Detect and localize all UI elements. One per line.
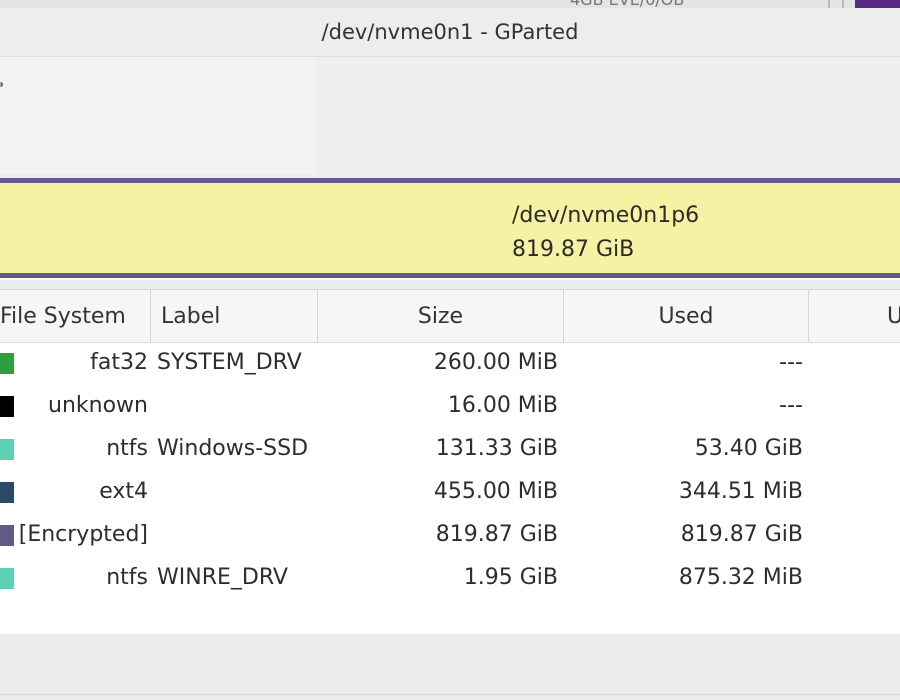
cell-size: 260.00 MiB xyxy=(433,350,558,375)
filesystem-color-swatch xyxy=(0,396,14,417)
cell-size: 16.00 MiB xyxy=(447,393,558,418)
cell-used: 53.40 GiB xyxy=(694,436,803,461)
filesystem-color-swatch xyxy=(0,568,14,589)
background-accent xyxy=(855,0,900,8)
table-row[interactable]: ext4 455.00 MiB 344.51 MiB xyxy=(0,472,900,515)
cell-file-system: [Encrypted] xyxy=(18,522,148,547)
table-rows: fat32 SYSTEM_DRV 260.00 MiB --- unknown … xyxy=(0,343,900,601)
table-row[interactable]: ntfs WINRE_DRV 1.95 GiB 875.32 MiB xyxy=(0,558,900,601)
cell-size: 455.00 MiB xyxy=(433,479,558,504)
cell-label: SYSTEM_DRV xyxy=(157,350,302,375)
cell-file-system: unknown xyxy=(48,393,148,418)
partition-table: File System Label Size Used U fat32 SYST… xyxy=(0,289,900,635)
background-separator xyxy=(842,0,844,8)
toolbar-button-area xyxy=(0,57,318,175)
table-row[interactable]: fat32 SYSTEM_DRV 260.00 MiB --- xyxy=(0,343,900,386)
cell-used: --- xyxy=(779,393,803,418)
cell-size: 131.33 GiB xyxy=(435,436,558,461)
cell-file-system: fat32 xyxy=(90,350,148,375)
cell-label: Windows-SSD xyxy=(157,436,309,461)
cell-used: 344.51 MiB xyxy=(678,479,803,504)
cell-label: WINRE_DRV xyxy=(157,565,288,590)
table-header: File System Label Size Used U xyxy=(0,290,900,343)
disk-map-partition-size: 819.87 GiB xyxy=(512,237,635,262)
filesystem-color-swatch xyxy=(0,482,14,503)
title-bar[interactable]: /dev/nvme0n1 - GParted xyxy=(0,8,900,57)
table-row[interactable]: ntfs Windows-SSD 131.33 GiB 53.40 GiB xyxy=(0,429,900,472)
cell-used: 819.87 GiB xyxy=(680,522,803,547)
cell-size: 819.87 GiB xyxy=(435,522,558,547)
filesystem-color-swatch xyxy=(0,353,14,374)
window-title: /dev/nvme0n1 - GParted xyxy=(321,20,579,44)
divider xyxy=(0,694,900,695)
cell-size: 1.95 GiB xyxy=(463,565,558,590)
background-separator xyxy=(828,0,830,8)
column-header-used[interactable]: Used xyxy=(564,290,809,342)
toolbar: ⁍ xyxy=(0,57,900,175)
disk-map-partition[interactable]: /dev/nvme0n1p6 819.87 GiB xyxy=(0,178,900,278)
menu-edge-icon[interactable]: ⁍ xyxy=(0,75,5,96)
cell-used: 875.32 MiB xyxy=(678,565,803,590)
status-bar xyxy=(0,634,900,700)
disk-map: /dev/nvme0n1p6 819.87 GiB xyxy=(0,178,900,280)
column-header-file-system[interactable]: File System xyxy=(0,290,151,342)
background-window-edge: 4GB EVE/0/OB xyxy=(0,0,900,9)
cell-used: --- xyxy=(779,350,803,375)
table-row[interactable]: unknown 16.00 MiB --- xyxy=(0,386,900,429)
column-header-label[interactable]: Label xyxy=(151,290,318,342)
cell-file-system: ext4 xyxy=(99,479,148,504)
filesystem-color-swatch xyxy=(0,525,14,546)
disk-map-partition-name: /dev/nvme0n1p6 xyxy=(512,203,700,228)
cell-file-system: ntfs xyxy=(106,565,148,590)
filesystem-color-swatch xyxy=(0,439,14,460)
column-header-size[interactable]: Size xyxy=(318,290,564,342)
cell-file-system: ntfs xyxy=(106,436,148,461)
table-row[interactable]: [Encrypted] 819.87 GiB 819.87 GiB xyxy=(0,515,900,558)
column-header-unused[interactable]: U xyxy=(809,290,900,342)
